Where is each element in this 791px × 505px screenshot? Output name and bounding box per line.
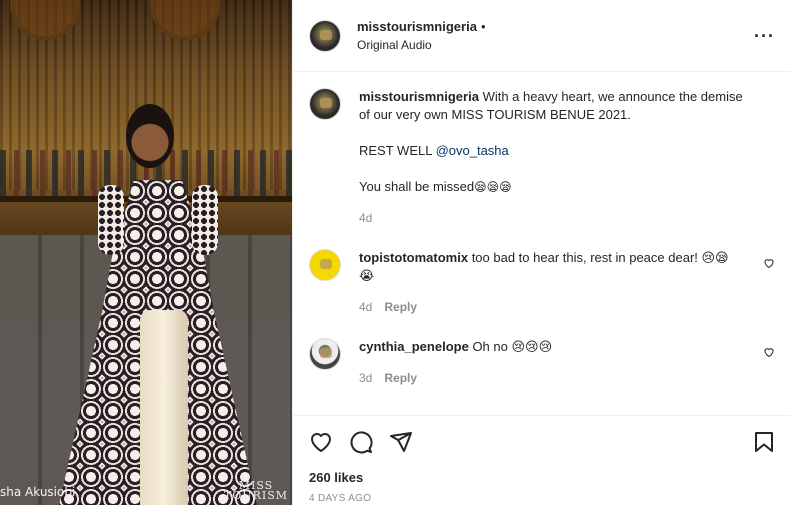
avatar[interactable] [309,249,341,281]
header-separator: • [480,19,486,34]
comment-time: 4d [359,300,373,314]
mention-link[interactable]: @ovo_tasha [436,143,509,158]
header-username[interactable]: misstourismnigeria [357,19,477,34]
post-panel: misstourismnigeria • Original Audio ··· m… [292,0,791,505]
photo-watermark: sha Akusiobi [0,485,76,499]
photo-skirt [140,310,188,505]
audio-label[interactable]: Original Audio [357,38,486,52]
comment-meta: 4d Reply [359,298,749,316]
caption-time: 4d [359,211,373,225]
comment-icon[interactable] [349,430,373,454]
caption-username[interactable]: misstourismnigeria [359,89,479,104]
brand-line-2: TOURISM [223,489,288,502]
photo-arm [98,185,124,255]
caption-row: misstourismnigeria With a heavy heart, w… [309,88,775,227]
comment-username[interactable]: topistotomatomix [359,250,468,265]
caption-line-3-text: You shall be missed [359,179,475,194]
post-timestamp: 4 DAYS AGO [309,493,372,504]
action-bar [309,430,776,454]
comment-row: topistotomatomix too bad to hear this, r… [309,249,775,316]
caption-emoji: 😪😪😪 [474,180,512,194]
ellipsis-icon[interactable]: ··· [754,27,775,45]
header-text: misstourismnigeria • Original Audio [357,19,486,52]
post-header: misstourismnigeria • Original Audio ··· [293,0,791,72]
like-comment-heart-icon[interactable] [763,346,775,358]
likes-count[interactable]: 260 likes [309,470,776,485]
comment-text: Oh no 😢😢😢 [472,339,553,354]
avatar[interactable] [309,88,341,120]
caption-line-3: You shall be missed😪😪😪 [359,178,749,196]
share-icon[interactable] [389,430,413,454]
post-photo[interactable]: sha Akusiobi MISS TOURISM [0,0,292,505]
bookmark-icon[interactable] [752,430,776,454]
comment-row: cynthia_penelope Oh no 😢😢😢 3d Reply [309,338,775,387]
comment-meta: 3d Reply [359,369,749,387]
photo-head [126,104,174,168]
comment-body: topistotomatomix too bad to hear this, r… [359,249,749,316]
caption-line-2: REST WELL @ovo_tasha [359,142,749,160]
like-comment-heart-icon[interactable] [763,257,775,269]
comment-body: cynthia_penelope Oh no 😢😢😢 3d Reply [359,338,749,387]
photo-brand: MISS TOURISM [223,480,288,502]
reply-button[interactable]: Reply [384,300,417,314]
post-actions: 260 likes 4 DAYS AGO [293,415,791,504]
comment-text: too bad to hear this, rest in peace dear… [471,250,729,265]
avatar[interactable] [309,19,341,52]
comments-section[interactable]: misstourismnigeria With a heavy heart, w… [293,72,791,415]
caption-line-2-text: REST WELL [359,143,436,158]
comment-time: 3d [359,371,373,385]
caption-body: misstourismnigeria With a heavy heart, w… [359,88,749,227]
comment-username[interactable]: cynthia_penelope [359,339,469,354]
avatar[interactable] [309,338,341,370]
comment-emoji-extra: 😭 [359,268,375,283]
like-heart-icon[interactable] [309,430,333,454]
reply-button[interactable]: Reply [384,371,417,385]
photo-arm [192,185,218,255]
